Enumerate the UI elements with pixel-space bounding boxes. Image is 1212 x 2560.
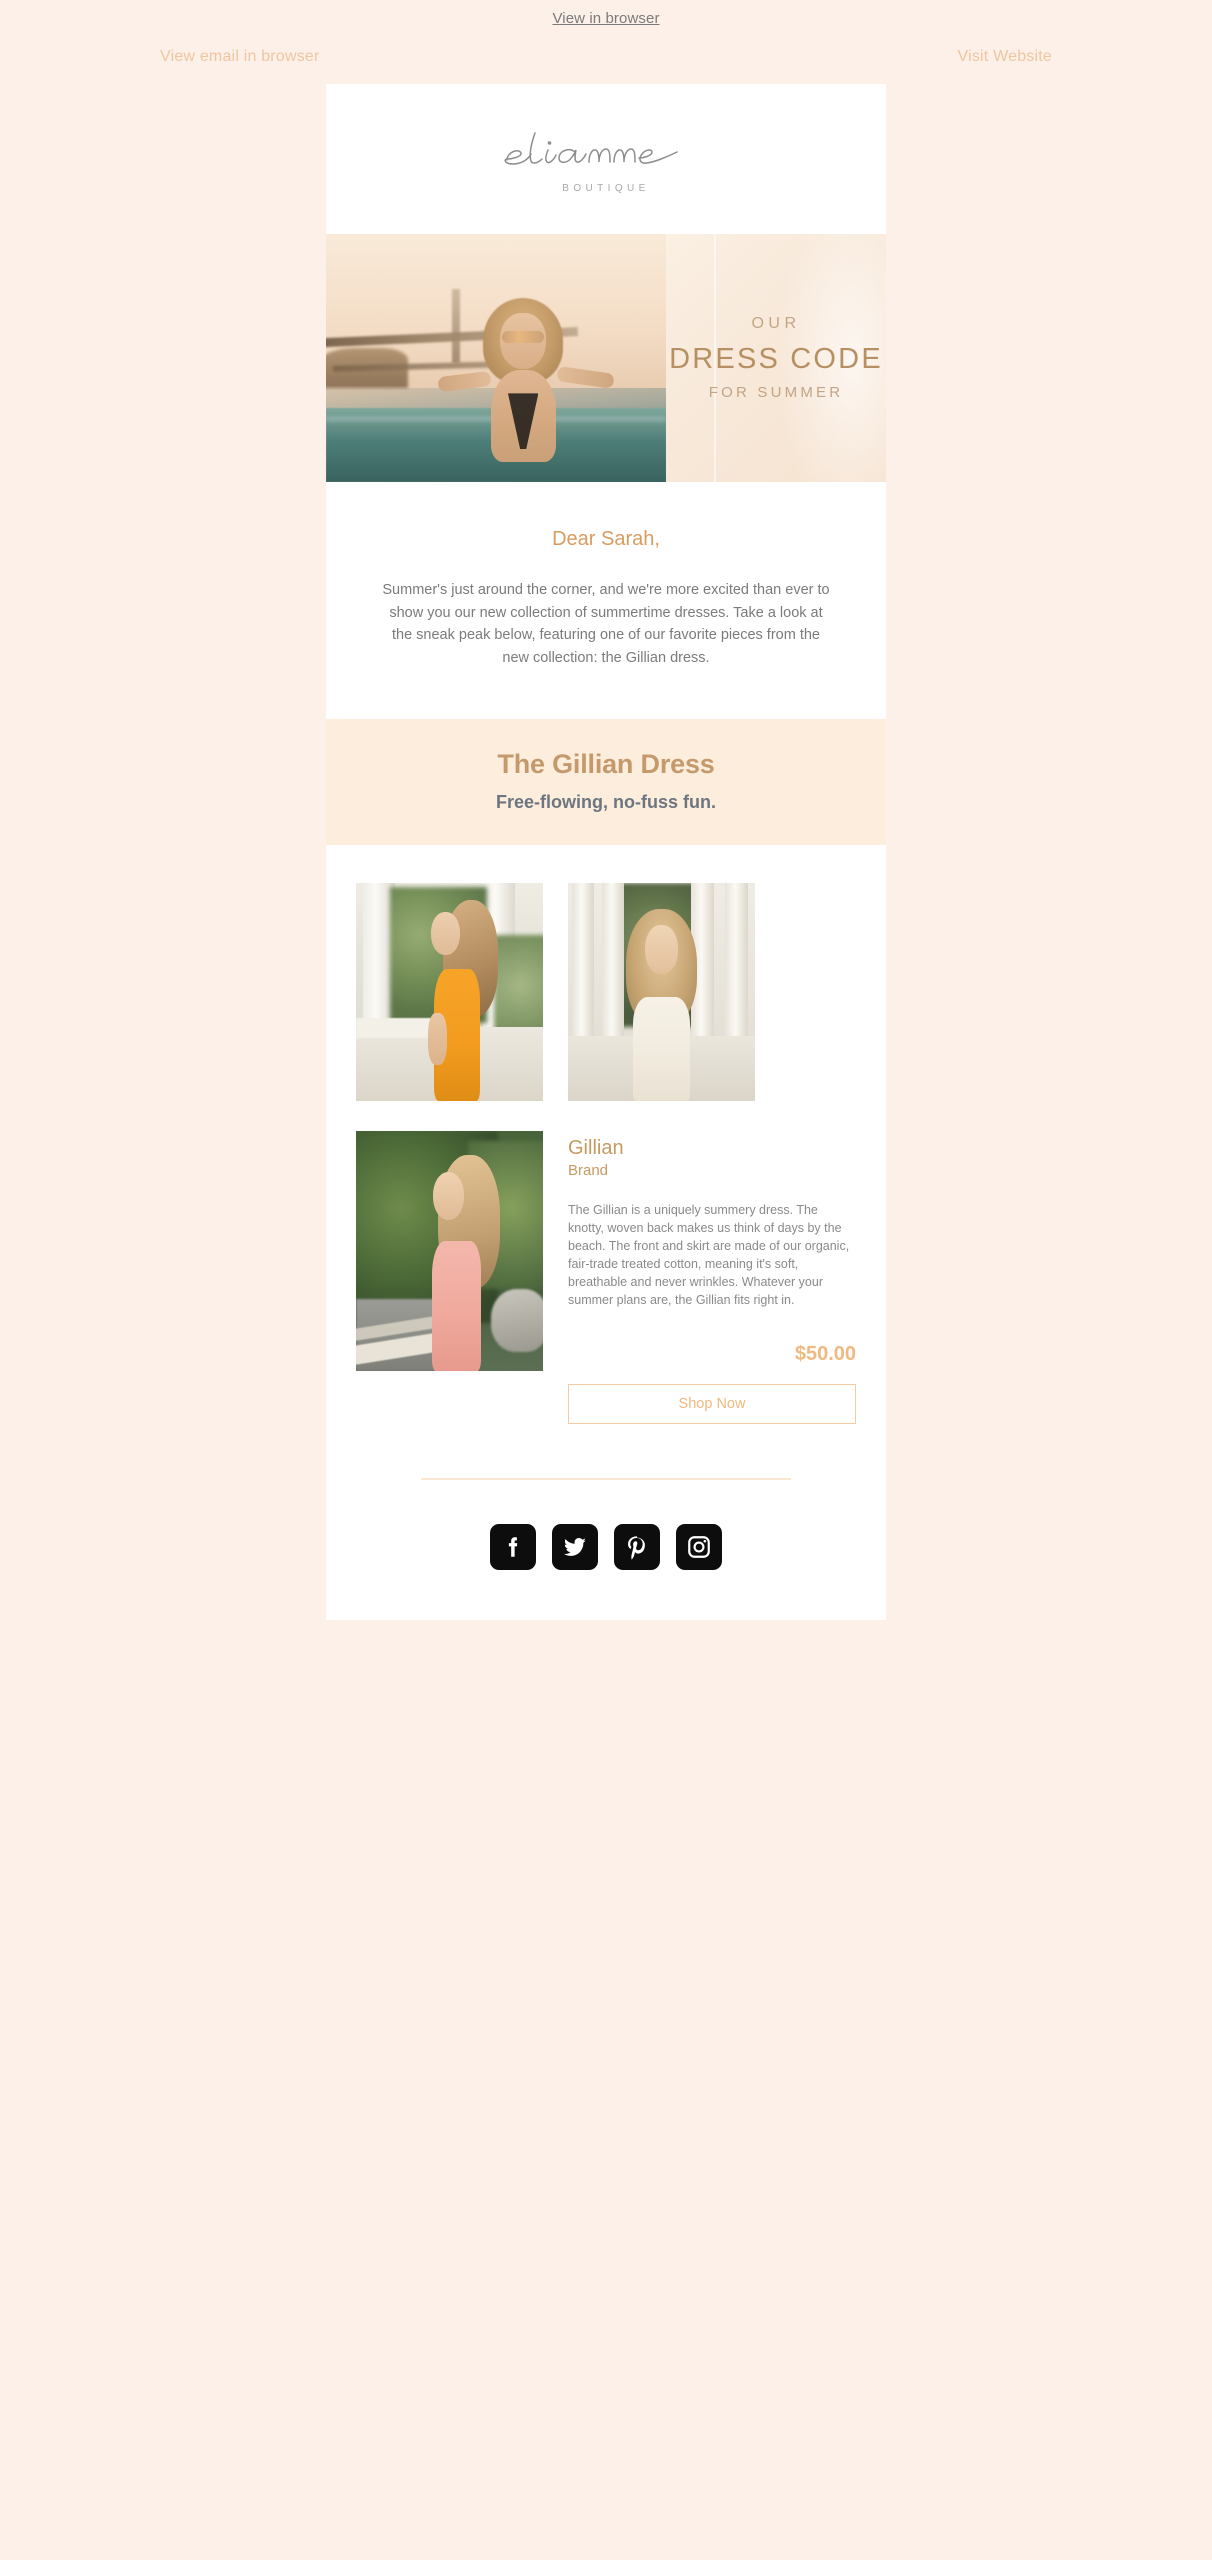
elianne-wordmark-logo [504, 132, 678, 165]
hero-headline: DRESS CODE [669, 343, 883, 375]
gallery-row-top [356, 883, 856, 1101]
instagram-icon[interactable] [676, 1524, 722, 1570]
shop-now-button[interactable]: Shop Now [568, 1384, 856, 1424]
greeting-text: Dear Sarah, [552, 528, 660, 550]
intro-body-text: Summer's just around the corner, and we'… [382, 582, 830, 666]
product-image-orange-dress[interactable] [356, 883, 543, 1101]
band-title: The Gillian Dress [497, 749, 715, 779]
footer-section [326, 1434, 886, 1620]
product-title-band: The Gillian Dress Free-flowing, no-fuss … [326, 719, 886, 845]
product-image-cream-dress[interactable] [568, 883, 755, 1101]
twitter-icon[interactable] [552, 1524, 598, 1570]
product-image-pink-dress[interactable] [356, 1131, 543, 1371]
hero-photo-pool-model [326, 234, 666, 482]
brand-tagline: BOUTIQUE [562, 183, 650, 194]
hero-text-panel: OUR DRESS CODE FOR SUMMER [666, 234, 886, 482]
product-brand: Brand [568, 1162, 609, 1179]
preheader-bar: View in browser [0, 0, 1212, 36]
email-card: BOUTIQUE OUR DRESS CODE FOR SUMMER Dear … [326, 84, 886, 1620]
hero-subline: FOR SUMMER [708, 384, 844, 401]
top-links-row: View email in browser Visit Website [0, 36, 1212, 66]
hero-banner: OUR DRESS CODE FOR SUMMER [326, 234, 886, 482]
product-price: $50.00 [794, 1343, 856, 1365]
product-info-panel: Gillian Brand The Gillian is a uniquely … [568, 1131, 856, 1424]
product-name: Gillian [568, 1137, 624, 1159]
visit-website-link[interactable]: Visit Website [958, 48, 1053, 66]
facebook-icon[interactable] [490, 1524, 536, 1570]
social-links-row [326, 1524, 886, 1570]
footer-divider [421, 1478, 791, 1480]
band-subtitle: Free-flowing, no-fuss fun. [496, 792, 716, 812]
product-gallery-section: Gillian Brand The Gillian is a uniquely … [326, 845, 886, 1434]
hero-eyebrow: OUR [751, 315, 801, 332]
product-description: The Gillian is a uniquely summery dress.… [568, 1203, 850, 1307]
view-in-browser-link[interactable]: View in browser [552, 10, 659, 27]
intro-section: Dear Sarah, Summer's just around the cor… [326, 482, 886, 719]
brand-header: BOUTIQUE [326, 84, 886, 234]
gallery-row-bottom: Gillian Brand The Gillian is a uniquely … [356, 1131, 856, 1434]
view-email-in-browser-link[interactable]: View email in browser [160, 48, 320, 66]
pinterest-icon[interactable] [614, 1524, 660, 1570]
